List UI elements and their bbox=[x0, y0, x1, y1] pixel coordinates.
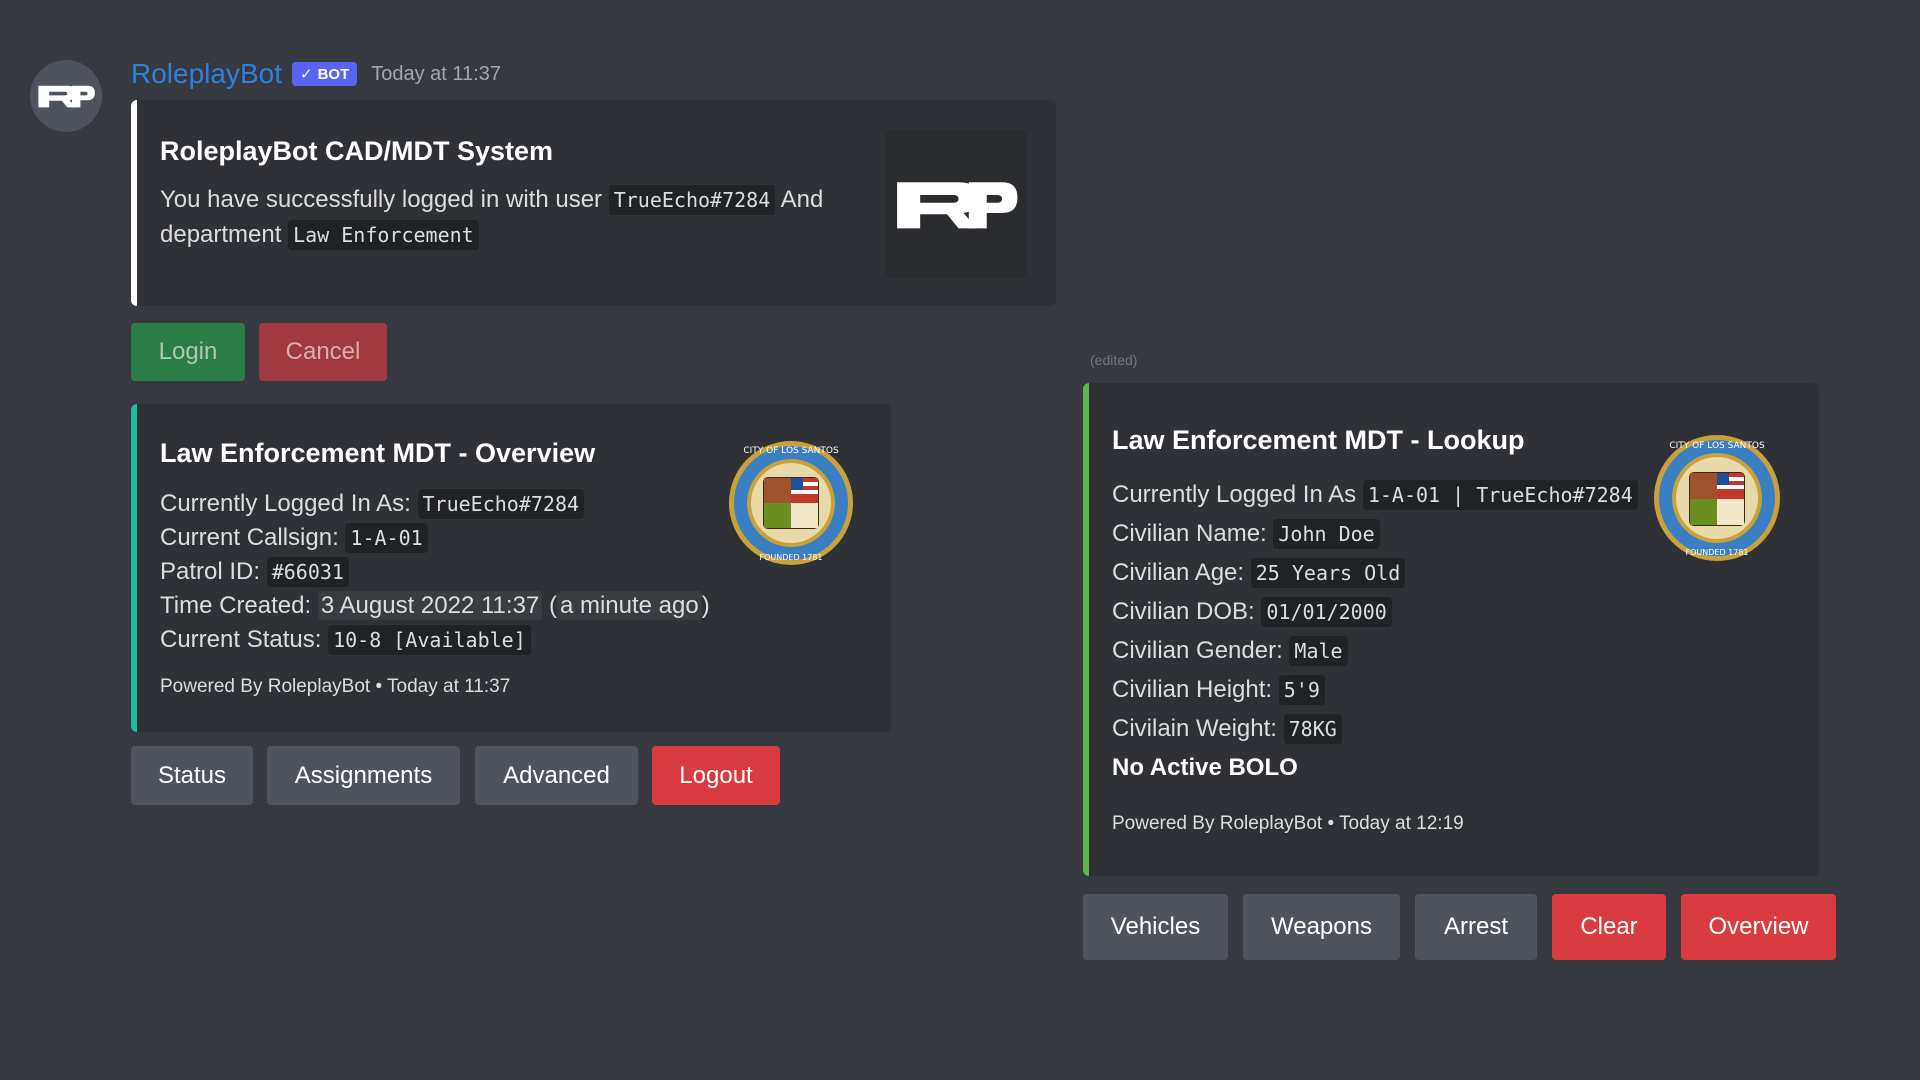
footer-separator: • bbox=[375, 676, 388, 697]
time-created-relative: (a minute ago) bbox=[548, 591, 710, 620]
overview-row-time-created: Time Created: 3 August 2022 11:37 (a min… bbox=[160, 591, 710, 620]
row-value: 01/01/2000 bbox=[1261, 597, 1392, 627]
row-label: Current Status: bbox=[160, 626, 322, 653]
assignments-button[interactable]: Assignments bbox=[267, 746, 460, 805]
bot-username[interactable]: RoleplayBot bbox=[131, 58, 282, 90]
svg-text:FOUNDED 1781: FOUNDED 1781 bbox=[1685, 548, 1748, 557]
svg-text:CITY OF LOS SANTOS: CITY OF LOS SANTOS bbox=[1669, 441, 1765, 451]
vehicles-button[interactable]: Vehicles bbox=[1083, 894, 1228, 960]
row-label: Civilian Gender: bbox=[1112, 637, 1283, 664]
status-button[interactable]: Status bbox=[131, 746, 253, 805]
lookup-embed: Law Enforcement MDT - Lookup Currently L… bbox=[1083, 383, 1819, 876]
lookup-row-dob: Civilian DOB: 01/01/2000 bbox=[1112, 597, 1392, 627]
lookup-row-age: Civilian Age: 25 Years Old bbox=[1112, 558, 1406, 588]
row-value: John Doe bbox=[1273, 519, 1380, 549]
row-value: 25 Years Old bbox=[1250, 558, 1406, 588]
message-timestamp: Today at 11:37 bbox=[371, 62, 501, 85]
login-embed-title: RoleplayBot CAD/MDT System bbox=[160, 136, 554, 166]
svg-text:FOUNDED 1781: FOUNDED 1781 bbox=[759, 553, 822, 562]
login-user-code: TrueEcho#7284 bbox=[608, 185, 776, 215]
login-embed-line-1: You have successfully logged in with use… bbox=[160, 185, 824, 215]
overview-embed-footer: Powered By RoleplayBot • Today at 11:37 bbox=[160, 676, 510, 698]
login-line1-suffix: And bbox=[780, 186, 824, 213]
lookup-bolo-status: No Active BOLO bbox=[1112, 754, 1298, 781]
row-label: Civilian Age: bbox=[1112, 559, 1245, 586]
time-created-value: 3 August 2022 11:37 bbox=[317, 591, 543, 620]
embed-accent-bar bbox=[1083, 383, 1089, 876]
footer-brand: Powered By RoleplayBot bbox=[160, 676, 371, 697]
row-label: Currently Logged In As: bbox=[160, 490, 411, 517]
row-value: 1-A-01 bbox=[345, 523, 428, 553]
lookup-embed-thumbnail[interactable]: CITY OF LOS SANTOS FOUNDED 1781 bbox=[1652, 423, 1782, 573]
lookup-embed-title: Law Enforcement MDT - Lookup bbox=[1112, 425, 1525, 455]
city-seal-icon: CITY OF LOS SANTOS FOUNDED 1781 bbox=[729, 441, 853, 565]
lookup-embed-footer: Powered By RoleplayBot • Today at 12:19 bbox=[1112, 813, 1464, 835]
bot-avatar[interactable] bbox=[30, 60, 102, 132]
bot-badge: ✓ BOT bbox=[291, 62, 358, 86]
edited-marker: (edited) bbox=[1090, 352, 1138, 368]
row-value: 5'9 bbox=[1278, 675, 1325, 705]
overview-button[interactable]: Overview bbox=[1681, 894, 1836, 960]
row-label: Civilian Height: bbox=[1112, 676, 1273, 703]
city-seal-icon: CITY OF LOS SANTOS FOUNDED 1781 bbox=[1654, 435, 1780, 561]
lookup-row-logged-in: Currently Logged In As 1-A-01 | TrueEcho… bbox=[1112, 480, 1638, 510]
row-value: Male bbox=[1289, 636, 1348, 666]
overview-row-status: Current Status: 10-8 [Available] bbox=[160, 625, 531, 655]
checkmark-icon: ✓ bbox=[299, 66, 313, 83]
login-line1-prefix: You have successfully logged in with use… bbox=[160, 186, 603, 213]
lookup-row-weight: Civilain Weight: 78KG bbox=[1112, 714, 1342, 744]
cancel-button[interactable]: Cancel bbox=[259, 323, 387, 381]
clear-button[interactable]: Clear bbox=[1552, 894, 1666, 960]
footer-time: Today at 12:19 bbox=[1339, 813, 1464, 834]
lookup-row-height: Civilian Height: 5'9 bbox=[1112, 675, 1325, 705]
login-line2-prefix: department bbox=[160, 221, 282, 248]
login-department-code: Law Enforcement bbox=[288, 220, 479, 250]
row-label: Time Created: bbox=[160, 592, 312, 619]
overview-row-patrol-id: Patrol ID: #66031 bbox=[160, 557, 349, 587]
svg-text:CITY OF LOS SANTOS: CITY OF LOS SANTOS bbox=[743, 446, 839, 456]
advanced-button[interactable]: Advanced bbox=[475, 746, 638, 805]
lookup-row-name: Civilian Name: John Doe bbox=[1112, 519, 1380, 549]
overview-row-callsign: Current Callsign: 1-A-01 bbox=[160, 523, 428, 553]
login-button[interactable]: Login bbox=[131, 323, 245, 381]
overview-embed: Law Enforcement MDT - Overview Currently… bbox=[131, 404, 891, 732]
row-label: Currently Logged In As bbox=[1112, 481, 1357, 508]
message-header: RoleplayBot ✓ BOT Today at 11:37 bbox=[131, 58, 501, 90]
rp-logo-icon bbox=[897, 182, 1018, 229]
row-label: Civilian Name: bbox=[1112, 520, 1267, 547]
row-label: Civilain Weight: bbox=[1112, 715, 1277, 742]
row-value: 10-8 [Available] bbox=[328, 625, 531, 655]
login-embed: RoleplayBot CAD/MDT System You have succ… bbox=[131, 100, 1056, 306]
overview-embed-title: Law Enforcement MDT - Overview bbox=[160, 438, 596, 468]
lookup-row-gender: Civilian Gender: Male bbox=[1112, 636, 1348, 666]
arrest-button[interactable]: Arrest bbox=[1415, 894, 1537, 960]
row-value: 78KG bbox=[1283, 714, 1342, 744]
footer-time: Today at 11:37 bbox=[387, 676, 511, 697]
row-label: Current Callsign: bbox=[160, 524, 339, 551]
embed-accent-bar bbox=[131, 100, 137, 306]
overview-embed-thumbnail[interactable]: CITY OF LOS SANTOS FOUNDED 1781 bbox=[726, 438, 856, 568]
row-value: TrueEcho#7284 bbox=[417, 489, 585, 519]
bot-badge-label: BOT bbox=[317, 65, 350, 83]
overview-row-logged-in: Currently Logged In As: TrueEcho#7284 bbox=[160, 489, 585, 519]
login-embed-thumbnail[interactable] bbox=[885, 130, 1027, 278]
row-value: 1-A-01 | TrueEcho#7284 bbox=[1362, 480, 1638, 510]
weapons-button[interactable]: Weapons bbox=[1243, 894, 1400, 960]
row-label: Patrol ID: bbox=[160, 558, 261, 585]
embed-accent-bar bbox=[131, 404, 137, 732]
rp-logo-icon bbox=[38, 85, 95, 108]
row-label: Civilian DOB: bbox=[1112, 598, 1255, 625]
footer-brand: Powered By RoleplayBot bbox=[1112, 813, 1323, 834]
footer-separator: • bbox=[1327, 813, 1340, 834]
logout-button[interactable]: Logout bbox=[652, 746, 780, 805]
row-value: #66031 bbox=[266, 557, 349, 587]
login-embed-line-2: department Law Enforcement bbox=[160, 220, 479, 250]
